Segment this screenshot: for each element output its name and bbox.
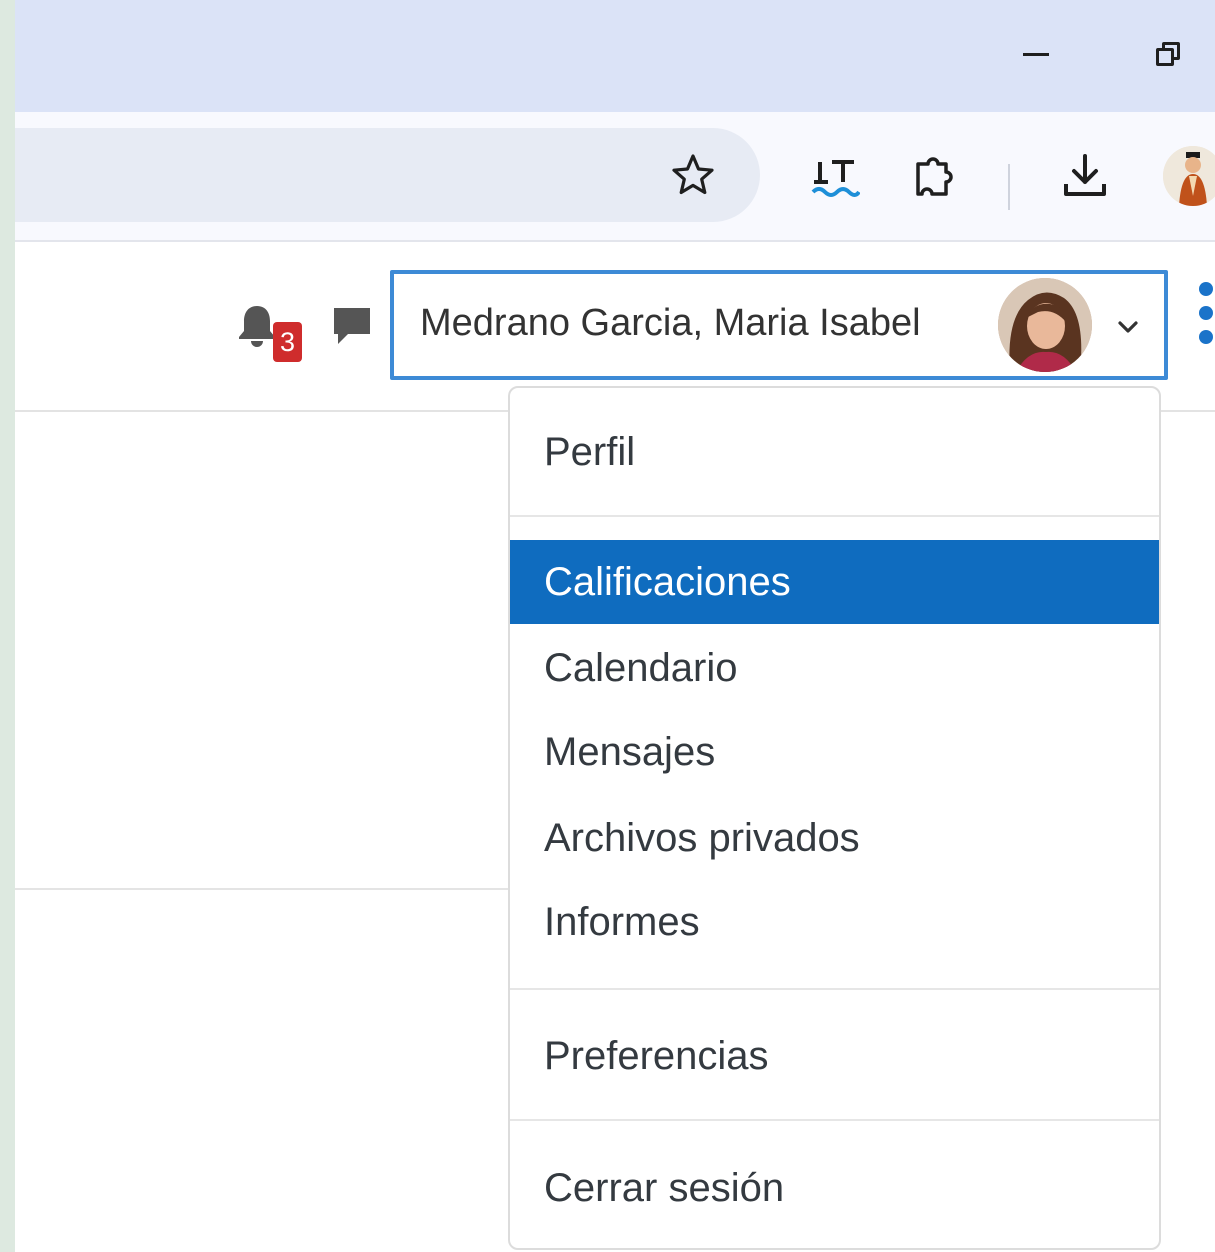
profile-avatar-icon[interactable] [1163, 146, 1215, 206]
extensions-puzzle-icon[interactable] [910, 152, 960, 202]
restore-icon[interactable] [1142, 28, 1192, 78]
menu-item-calendario[interactable]: Calendario [510, 626, 1159, 710]
menu-item-cerrar-sesion[interactable]: Cerrar sesión [510, 1146, 1159, 1230]
menu-divider [510, 1119, 1159, 1121]
menu-divider [510, 515, 1159, 517]
download-icon[interactable] [1060, 150, 1110, 200]
menu-item-mensajes[interactable]: Mensajes [510, 710, 1159, 794]
menu-item-perfil[interactable]: Perfil [510, 410, 1159, 494]
star-icon[interactable] [670, 152, 716, 198]
notification-count-badge: 3 [273, 322, 302, 362]
avatar [998, 278, 1092, 372]
menu-item-calificaciones[interactable]: Calificaciones [510, 540, 1159, 624]
menu-divider [510, 988, 1159, 990]
user-menu-toggle[interactable]: Medrano Garcia, Maria Isabel [390, 270, 1168, 380]
browser-titlebar [15, 0, 1215, 112]
bell-icon [239, 306, 275, 347]
languagetool-icon[interactable] [810, 152, 860, 202]
menu-item-informes[interactable]: Informes [510, 880, 1159, 964]
toolbar-divider [1008, 164, 1010, 210]
menu-item-preferencias[interactable]: Preferencias [510, 1014, 1159, 1098]
address-bar[interactable] [15, 128, 760, 222]
notifications-button[interactable]: 3 [237, 304, 307, 366]
chat-icon[interactable] [330, 304, 374, 348]
user-dropdown-menu: Perfil Calificaciones Calendario Mensaje… [508, 386, 1161, 1250]
content-divider [15, 888, 515, 890]
left-window-edge [0, 0, 15, 1252]
kebab-menu-icon[interactable] [1193, 282, 1215, 362]
chevron-down-icon [1118, 321, 1138, 333]
user-full-name: Medrano Garcia, Maria Isabel [420, 302, 921, 344]
browser-toolbar [15, 112, 1215, 242]
minimize-icon[interactable] [1010, 28, 1060, 78]
menu-item-archivos-privados[interactable]: Archivos privados [510, 796, 1159, 880]
